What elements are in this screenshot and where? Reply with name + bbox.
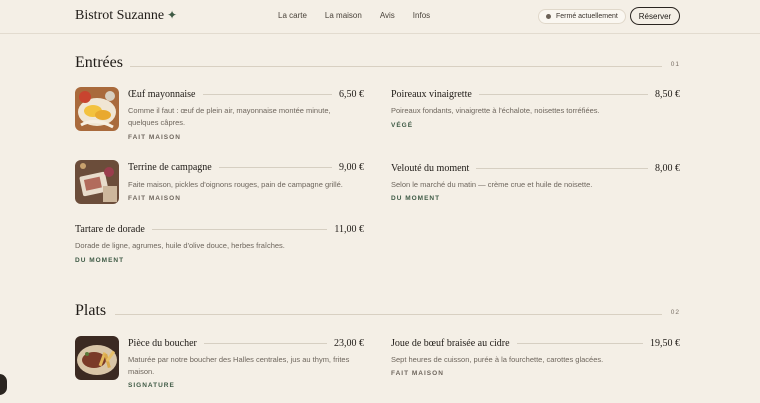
dish-price: 23,00 € — [334, 337, 364, 349]
menu-item[interactable]: Tartare de dorade 11,00 € Dorade de lign… — [75, 222, 364, 266]
nav-item-la-carte[interactable]: La carte — [278, 11, 307, 20]
status-dot-icon — [546, 14, 551, 19]
dish-price: 8,50 € — [655, 88, 680, 100]
dish-price: 9,00 € — [339, 161, 364, 173]
section-title: Plats — [75, 302, 107, 319]
dish-description: Comme il faut : œuf de plein air, mayonn… — [128, 106, 331, 127]
dish-tag: VÉGÉ — [391, 122, 414, 129]
menu-item[interactable]: Terrine de campagne 9,00 € Faite maison,… — [75, 160, 364, 206]
dot-leader — [476, 167, 648, 169]
dot-leader — [218, 166, 332, 168]
dish-tag: FAIT MAISON — [128, 134, 181, 141]
dish-name: Œuf mayonnaise — [128, 88, 196, 100]
dish-description: Sept heures de cuisson, purée à la fourc… — [391, 355, 604, 364]
sparkle-icon: ✦ — [167, 8, 178, 22]
chat-launcher-button[interactable] — [0, 374, 7, 395]
main-nav: La carte La maison Avis Infos — [278, 11, 430, 20]
dot-leader — [478, 93, 648, 95]
dish-tag: FAIT MAISON — [391, 370, 444, 377]
menu-item[interactable]: Velouté du moment 8,00 € Selon le marché… — [391, 161, 680, 205]
dish-description: Poireaux fondants, vinaigrette à l'échal… — [391, 106, 600, 115]
dish-tag: FAIT MAISON — [128, 195, 181, 202]
dish-tag: DU MOMENT — [75, 257, 125, 264]
menu-item[interactable]: Pièce du boucher 23,00 € Maturée par not… — [75, 336, 364, 396]
dish-description: Maturée par notre boucher des Halles cen… — [128, 355, 350, 376]
dot-leader — [202, 93, 332, 95]
section-number: 01 — [670, 61, 680, 68]
dish-price: 11,00 € — [334, 223, 364, 235]
menu-item[interactable]: Joue de bœuf braisée au cidre 19,50 € Se… — [391, 336, 680, 380]
dish-name: Poireaux vinaigrette — [391, 88, 472, 100]
section-header-entrees: Entrées 01 — [75, 54, 680, 74]
dish-tag: DU MOMENT — [391, 195, 441, 202]
reserve-button[interactable]: Réserver — [630, 7, 680, 25]
brand-logo[interactable]: Bistrot Suzanne ✦ — [75, 8, 177, 24]
top-navigation-bar: Bistrot Suzanne ✦ La carte La maison Avis… — [0, 0, 760, 34]
dish-tag: SIGNATURE — [128, 382, 175, 389]
dish-price: 19,50 € — [650, 337, 680, 349]
nav-item-infos[interactable]: Infos — [413, 11, 430, 20]
dish-price: 8,00 € — [655, 162, 680, 174]
menu-item[interactable]: Œuf mayonnaise 6,50 € Comme il faut : œu… — [75, 87, 364, 147]
nav-item-avis[interactable]: Avis — [380, 11, 395, 20]
dish-description: Faite maison, pickles d'oignons rouges, … — [128, 180, 343, 189]
nav-item-la-maison[interactable]: La maison — [325, 11, 362, 20]
menu-item[interactable]: Poireaux vinaigrette 8,50 € Poireaux fon… — [391, 87, 680, 131]
dish-price: 6,50 € — [339, 88, 364, 100]
dish-description: Selon le marché du matin — crème crue et… — [391, 180, 593, 189]
opening-status-badge: Fermé actuellement — [538, 9, 626, 24]
steak-photo — [75, 336, 119, 380]
dish-description: Dorade de ligne, agrumes, huile d'olive … — [75, 241, 285, 250]
section-divider — [130, 66, 662, 67]
dot-leader — [516, 342, 643, 344]
dot-leader — [151, 228, 328, 230]
dot-leader — [203, 342, 327, 344]
dish-name: Pièce du boucher — [128, 337, 197, 349]
dish-name: Terrine de campagne — [128, 161, 212, 173]
status-text: Fermé actuellement — [556, 13, 618, 20]
dish-name: Tartare de dorade — [75, 223, 145, 235]
section-divider — [115, 314, 662, 315]
dish-name: Velouté du moment — [391, 162, 470, 174]
egg-mayo-photo — [75, 87, 119, 131]
brand-name: Bistrot Suzanne — [75, 8, 165, 23]
dish-name: Joue de bœuf braisée au cidre — [391, 337, 510, 349]
terrine-photo — [75, 160, 119, 204]
section-header-plats: Plats 02 — [75, 302, 680, 322]
section-title: Entrées — [75, 54, 123, 71]
section-number: 02 — [670, 309, 680, 316]
